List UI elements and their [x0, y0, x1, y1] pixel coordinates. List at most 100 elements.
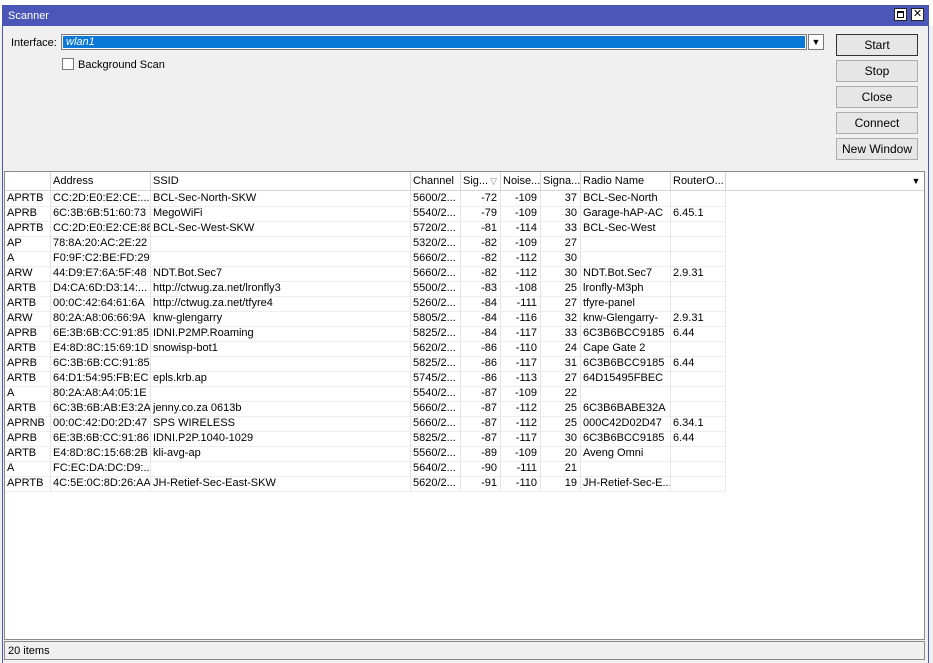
new-window-button[interactable]: New Window — [836, 138, 918, 160]
interface-select[interactable]: wlan1 — [61, 34, 807, 50]
noise-cell: -113 — [501, 371, 541, 386]
column-menu-icon[interactable]: ▼ — [909, 172, 923, 190]
start-button[interactable]: Start — [836, 34, 918, 56]
table-row[interactable]: APRTB CC:2D:E0:E2:CE:... BCL-Sec-North-SKW… — [5, 191, 726, 207]
column-channel-header[interactable]: Channel — [411, 172, 461, 190]
ssid-cell: BCL-Sec-West-SKW — [151, 221, 411, 236]
flags-cell: A — [5, 251, 51, 266]
flags-cell: A — [5, 461, 51, 476]
table-row[interactable]: APRB 6E:3B:6B:CC:91:86 IDNI.P2P.1040-1029 5… — [5, 431, 726, 447]
address-cell: 80:2A:A8:A4:05:1E — [51, 386, 151, 401]
close-button[interactable]: Close — [836, 86, 918, 108]
column-flags-header[interactable] — [5, 172, 51, 190]
noise-cell: -112 — [501, 266, 541, 281]
snr-cell: 25 — [541, 416, 581, 431]
noise-cell: -110 — [501, 341, 541, 356]
chevron-down-icon[interactable]: ▼ — [808, 34, 824, 50]
routeros-cell — [671, 446, 726, 461]
snr-cell: 24 — [541, 341, 581, 356]
column-radio-name-header[interactable]: Radio Name — [581, 172, 671, 190]
table-row[interactable]: A 80:2A:A8:A4:05:1E 5540/2... -87 -109 22 — [5, 386, 726, 402]
address-cell: 6C:3B:6B:51:60:73 — [51, 206, 151, 221]
table-row[interactable]: AP 78:8A:20:AC:2E:22 5320/2... -82 -109 27 — [5, 236, 726, 252]
signal-cell: -86 — [461, 341, 501, 356]
column-routeros-header[interactable]: RouterO... — [671, 172, 726, 190]
stop-button[interactable]: Stop — [836, 60, 918, 82]
table-row[interactable]: APRB 6E:3B:6B:CC:91:85 IDNI.P2MP.Roaming 58… — [5, 326, 726, 342]
snr-cell: 20 — [541, 446, 581, 461]
table-header: ▼ Address SSID Channel Sig... ▽ Noise... Signa… — [5, 172, 924, 191]
address-cell: CC:2D:E0:E2:CE:... — [53, 191, 151, 206]
routeros-cell — [671, 191, 726, 206]
routeros-cell — [671, 371, 726, 386]
radio-name-cell: 6C3B6BCC9185 — [581, 326, 671, 341]
channel-cell: 5660/2... — [411, 266, 461, 281]
column-signal-header[interactable]: Sig... ▽ — [461, 172, 501, 190]
table-row[interactable]: A F0:9F:C2:BE:FD:29 5660/2... -82 -112 30 — [5, 251, 726, 267]
routeros-cell — [671, 386, 726, 401]
snr-cell: 22 — [541, 386, 581, 401]
address-cell: FC:EC:DA:DC:D9:... — [53, 461, 151, 476]
snr-cell: 33 — [541, 326, 581, 341]
noise-cell: -109 — [501, 206, 541, 221]
column-header-label: Channel — [413, 175, 454, 187]
signal-cell: -82 — [461, 236, 501, 251]
table-row[interactable]: ARTB 6C:3B:6B:AB:E3:2A jenny.co.za 0613b 56… — [5, 401, 726, 417]
ssid-cell: http://ctwug.za.net/tfyre4 — [151, 296, 411, 311]
radio-name-cell: lronfly-M3ph — [581, 281, 671, 296]
column-header-label: Signa... — [543, 175, 581, 187]
column-address-header[interactable]: Address — [51, 172, 151, 190]
background-scan-checkbox[interactable] — [62, 58, 74, 70]
table-row[interactable]: A FC:EC:DA:DC:D9:... 5640/2... -90 -111 21 — [5, 461, 726, 477]
column-snr-header[interactable]: Signa... — [541, 172, 581, 190]
ssid-cell: BCL-Sec-North-SKW — [151, 191, 411, 206]
flags-cell: ARTB — [5, 296, 51, 311]
table-row[interactable]: ARTB E4:8D:8C:15:69:1D snowisp-bot1 5620/2.… — [5, 341, 726, 357]
address-cell: D4:CA:6D:D3:14:... — [51, 281, 151, 296]
column-ssid-header[interactable]: SSID — [151, 172, 411, 190]
channel-cell: 5720/2... — [411, 221, 461, 236]
noise-cell: -114 — [501, 221, 541, 236]
signal-cell: -87 — [461, 401, 501, 416]
table-row[interactable]: ARTB 64:D1:54:95:FB:EC epls.krb.ap 5745/2..… — [5, 371, 726, 387]
radio-name-cell — [581, 251, 671, 266]
close-icon[interactable]: ✕ — [911, 8, 924, 21]
snr-cell: 37 — [541, 191, 581, 206]
channel-cell: 5500/2... — [411, 281, 461, 296]
signal-cell: -72 — [461, 191, 501, 206]
address-cell: 6E:3B:6B:CC:91:86 — [53, 431, 151, 446]
address-cell: 6E:3B:6B:CC:91:85 — [53, 326, 151, 341]
column-header-label: Sig... — [463, 175, 489, 187]
column-header-label: Noise... — [503, 175, 541, 187]
snr-cell: 25 — [541, 281, 581, 296]
table-row[interactable]: ARW 80:2A:A8:06:66:9A knw-glengarry 5805/2.… — [5, 311, 726, 327]
column-noise-header[interactable]: Noise... — [501, 172, 541, 190]
snr-cell: 27 — [541, 236, 581, 251]
signal-cell: -79 — [461, 206, 501, 221]
table-row[interactable]: APRB 6C:3B:6B:51:60:73 MegoWiFi 5540/2... -7… — [5, 206, 726, 222]
table-row[interactable]: APRB 6C:3B:6B:CC:91:85 5825/2... -86 -117 31 6… — [5, 356, 726, 372]
connect-button[interactable]: Connect — [836, 112, 918, 134]
signal-cell: -91 — [461, 476, 501, 491]
radio-name-cell: BCL-Sec-West — [581, 221, 671, 236]
ssid-cell — [151, 461, 411, 476]
noise-cell: -109 — [501, 446, 541, 461]
channel-cell: 5600/2... — [411, 191, 461, 206]
table-row[interactable]: ARTB 00:0C:42:64:61:6A http://ctwug.za.net… — [5, 296, 726, 312]
flags-cell: APRB — [5, 431, 51, 446]
table-row[interactable]: APRNB 00:0C:42:D0:2D:47 SPS WIRELESS 5660/2… — [5, 416, 726, 432]
table-row[interactable]: APRTB 4C:5E:0C:8D:26:AA JH-Retief-Sec-East… — [5, 476, 726, 492]
address-cell: 44:D9:E7:6A:5F:48 — [51, 266, 151, 281]
table-row[interactable]: ARTB E4:8D:8C:15:68:2B kli-avg-ap 5560/2...… — [5, 446, 726, 462]
table-row[interactable]: ARTB D4:CA:6D:D3:14:... http://ctwug.za.ne… — [5, 281, 726, 297]
address-cell: 4C:5E:0C:8D:26:AA — [53, 476, 151, 491]
column-header-label: Address — [53, 175, 94, 187]
table-row[interactable]: ARW 44:D9:E7:6A:5F:48 NDT.Bot.Sec7 5660/2..… — [5, 266, 726, 282]
address-cell: CC:2D:E0:E2:CE:88 — [53, 221, 151, 236]
table-row[interactable]: APRTB CC:2D:E0:E2:CE:88 BCL-Sec-West-SKW 57… — [5, 221, 726, 237]
channel-cell: 5620/2... — [411, 341, 461, 356]
ssid-cell: SPS WIRELESS — [151, 416, 411, 431]
noise-cell: -109 — [501, 236, 541, 251]
maximize-icon[interactable] — [894, 8, 907, 21]
signal-cell: -86 — [461, 371, 501, 386]
